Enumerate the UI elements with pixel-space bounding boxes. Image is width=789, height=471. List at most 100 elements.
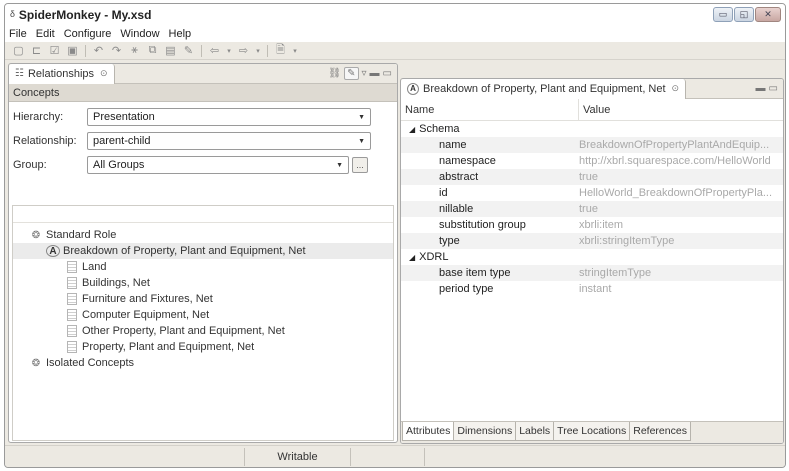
table-row[interactable]: id HelloWorld_BreakdownOfPropertyPla...	[401, 185, 783, 201]
tree-header	[13, 206, 393, 223]
tree-item-label: Breakdown of Property, Plant and Equipme…	[63, 245, 306, 257]
view-menu-icon[interactable]: ▿	[362, 68, 367, 79]
tab-relationships-label: Relationships	[27, 67, 95, 80]
tree-item-ppe-net[interactable]: Property, Plant and Equipment, Net	[13, 339, 393, 355]
tree-item-furniture[interactable]: Furniture and Fixtures, Net	[13, 291, 393, 307]
table-row[interactable]: abstract true	[401, 169, 783, 185]
tab-breakdown[interactable]: A Breakdown of Property, Plant and Equip…	[401, 79, 687, 99]
tree-item-breakdown[interactable]: A Breakdown of Property, Plant and Equip…	[13, 243, 393, 259]
tree-item-label: Buildings, Net	[82, 277, 150, 289]
property-name: substitution group	[439, 219, 526, 231]
maximize-panel-icon[interactable]: ▭	[769, 83, 778, 94]
table-row[interactable]: nillable true	[401, 201, 783, 217]
tab-references[interactable]: References	[629, 422, 691, 441]
property-name: abstract	[439, 171, 479, 183]
table-row[interactable]: name BreakdownOfPropertyPlantAndEquip...	[401, 137, 783, 153]
wand-icon[interactable]: ⚹	[127, 44, 142, 58]
minimize-panel-icon[interactable]: ▬	[370, 68, 380, 79]
table-row[interactable]: ◢ Schema	[401, 121, 783, 137]
dropdown-icon[interactable]: ▾	[254, 44, 262, 58]
maximize-panel-icon[interactable]: ▭	[383, 68, 392, 79]
minimize-icon[interactable]: ▭	[713, 7, 733, 22]
close-tab-icon[interactable]: ⊙	[672, 83, 680, 94]
chevron-down-icon: ▼	[358, 137, 365, 145]
tree-item-other-ppe[interactable]: Other Property, Plant and Equipment, Net	[13, 323, 393, 339]
tree-item-buildings[interactable]: Buildings, Net	[13, 275, 393, 291]
group-value: All Groups	[93, 159, 145, 171]
redo-icon[interactable]: ↷	[109, 44, 124, 58]
forward-icon[interactable]: ⇨	[236, 44, 251, 58]
pencil-icon[interactable]: ✎	[181, 44, 196, 58]
tab-tree-locations[interactable]: Tree Locations	[553, 422, 631, 441]
relationships-panel: ☷ Relationships ⊙ ⛓ ✎ ▿ ▬ ▭ Concepts Hie…	[8, 63, 398, 443]
close-icon[interactable]: ✕	[755, 7, 781, 22]
menu-configure[interactable]: Configure	[64, 28, 112, 40]
minimize-panel-icon[interactable]: ▬	[756, 83, 766, 94]
property-value: true	[579, 171, 598, 183]
tree-item-label: Isolated Concepts	[46, 357, 135, 369]
copy-icon[interactable]: ⧉	[145, 44, 160, 58]
dropdown-icon[interactable]: ▾	[291, 44, 299, 58]
new-icon[interactable]: ▢	[11, 44, 26, 58]
hierarchy-row: Hierarchy: Presentation ▼	[9, 105, 397, 129]
table-row[interactable]: substitution group xbrli:item	[401, 217, 783, 233]
tree-item-label: Land	[82, 261, 107, 273]
property-name: name	[439, 139, 467, 151]
tree-item-computer[interactable]: Computer Equipment, Net	[13, 307, 393, 323]
tab-dimensions[interactable]: Dimensions	[453, 422, 517, 441]
undo-icon[interactable]: ↶	[91, 44, 106, 58]
concept-tree: ❂ Standard Role A Breakdown of Property,…	[12, 205, 394, 441]
menu-help[interactable]: Help	[169, 28, 192, 40]
property-name: namespace	[439, 155, 496, 167]
document-icon	[65, 277, 79, 289]
expand-arrow-icon[interactable]: ◢	[409, 253, 415, 262]
app-icon: ᵟ	[10, 7, 15, 23]
maximize-icon[interactable]: ◱	[734, 7, 754, 22]
hierarchy-select[interactable]: Presentation ▼	[87, 108, 371, 126]
toolbar-separator	[201, 44, 202, 57]
tree-item-standard-role[interactable]: ❂ Standard Role	[13, 227, 393, 243]
expand-arrow-icon[interactable]: ◢	[409, 125, 415, 134]
relationships-panel-actions: ⛓ ✎ ▿ ▬ ▭	[328, 67, 397, 80]
paste-icon[interactable]: ▤	[163, 44, 178, 58]
tab-attributes[interactable]: Attributes	[402, 422, 455, 441]
close-tab-icon[interactable]: ⊙	[100, 68, 108, 79]
window-controls: ▭ ◱ ✕	[713, 7, 781, 22]
tab-relationships[interactable]: ☷ Relationships ⊙	[9, 64, 115, 84]
menu-file[interactable]: File	[9, 28, 27, 40]
table-row[interactable]: type xbrli:stringItemType	[401, 233, 783, 249]
status-writable: Writable	[245, 447, 351, 466]
properties-panel: A Breakdown of Property, Plant and Equip…	[400, 78, 784, 444]
back-icon[interactable]: ⇦	[207, 44, 222, 58]
group-select[interactable]: All Groups ▼	[87, 156, 349, 174]
toolbar: ▢ ⊏ ☑ ▣ ↶ ↷ ⚹ ⧉ ▤ ✎ ⇦ ▾ ⇨ ▾ 🗎 ▾	[5, 42, 785, 60]
property-value: HelloWorld_BreakdownOfPropertyPla...	[579, 187, 772, 199]
relationship-label: Relationship:	[13, 135, 77, 147]
menu-window[interactable]: Window	[120, 28, 159, 40]
tree-item-isolated-concepts[interactable]: ❂ Isolated Concepts	[13, 355, 393, 371]
dropdown-icon[interactable]: ▾	[225, 44, 233, 58]
relationships-panel-header: ☷ Relationships ⊙ ⛓ ✎ ▿ ▬ ▭	[9, 64, 397, 84]
property-value: true	[579, 203, 598, 215]
chevron-down-icon: ▼	[336, 161, 343, 169]
edit-icon[interactable]: ✎	[344, 67, 359, 80]
tree-item-land[interactable]: Land	[13, 259, 393, 275]
table-row[interactable]: base item type stringItemType	[401, 265, 783, 281]
tab-labels[interactable]: Labels	[515, 422, 555, 441]
table-row[interactable]: namespace http://xbrl.squarespace.com/He…	[401, 153, 783, 169]
group-browse-button[interactable]: ...	[352, 157, 368, 173]
property-value: instant	[579, 283, 612, 295]
document-icon[interactable]: 🗎	[273, 44, 288, 58]
table-row[interactable]: period type instant	[401, 281, 783, 297]
relationship-select[interactable]: parent-child ▼	[87, 132, 371, 150]
checkbox-icon[interactable]: ☑	[47, 44, 62, 58]
property-name: base item type	[439, 267, 511, 279]
table-row[interactable]: ◢ XDRL	[401, 249, 783, 265]
application-window: ᵟ SpiderMonkey - My.xsd ▭ ◱ ✕ File Edit …	[4, 3, 786, 468]
open-icon[interactable]: ⊏	[29, 44, 44, 58]
column-header-value[interactable]: Value	[579, 104, 610, 116]
column-header-name[interactable]: Name	[401, 98, 579, 121]
menu-edit[interactable]: Edit	[36, 28, 55, 40]
save-icon[interactable]: ▣	[65, 44, 80, 58]
link-icon[interactable]: ⛓	[328, 68, 341, 79]
